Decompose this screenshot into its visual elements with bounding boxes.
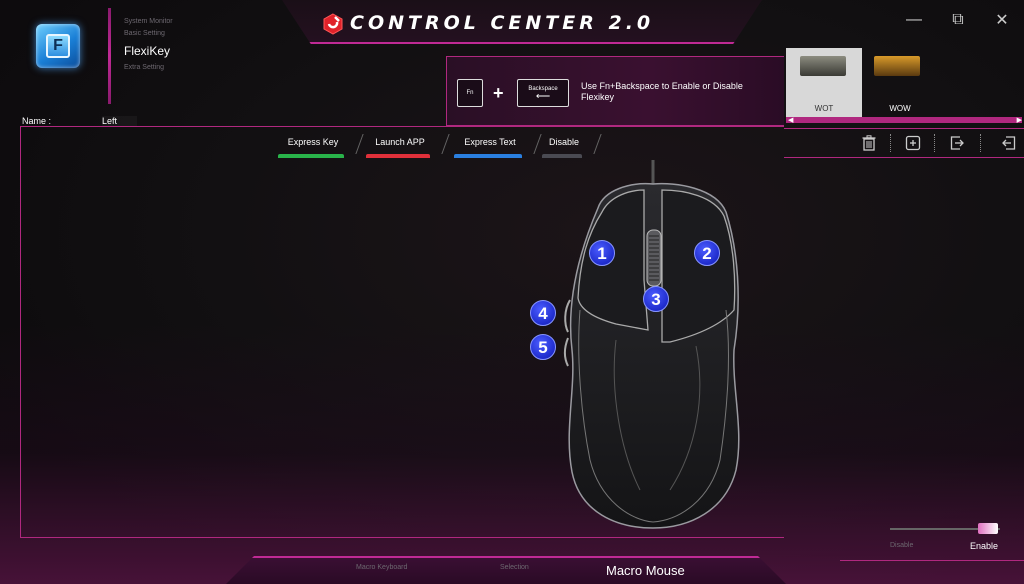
import-icon[interactable]	[1000, 134, 1018, 152]
bottom-nav-macro-keyboard[interactable]: Macro Keyboard	[356, 564, 407, 571]
profile-name-row: Name : Left	[22, 116, 138, 126]
hint-text: Use Fn+Backspace to Enable or Disable Fl…	[581, 81, 743, 102]
tab-label: Express Text	[464, 137, 516, 147]
trash-icon[interactable]	[860, 134, 878, 152]
f-key-icon: F	[46, 34, 70, 58]
toolbar-separator	[980, 134, 981, 152]
tab-color-bar	[454, 154, 522, 158]
nav-item-extra-setting[interactable]: Extra Setting	[124, 62, 173, 74]
mouse-illustration	[564, 160, 740, 529]
flexikey-toggle[interactable]: Disable Enable	[886, 522, 1016, 556]
bottom-nav-selection[interactable]: Selection	[500, 564, 529, 571]
toolbar-separator	[934, 134, 935, 152]
name-label: Name :	[22, 116, 52, 126]
sidebar-nav: System Monitor Basic Setting FlexiKey Ex…	[124, 16, 173, 74]
toggle-knob[interactable]	[978, 523, 998, 534]
nav-divider	[108, 8, 111, 104]
minimize-button[interactable]: —	[892, 0, 936, 40]
backspace-key-icon: Backspace ⟵	[517, 79, 569, 107]
backspace-arrow-icon: ⟵	[535, 90, 551, 102]
mouse-button-3-badge[interactable]: 3	[643, 286, 669, 312]
tab-color-bar	[542, 154, 582, 158]
wot-thumbnail	[800, 56, 846, 76]
profile-wot[interactable]: WOT	[786, 48, 862, 118]
export-icon[interactable]	[948, 134, 966, 152]
mouse-button-5-badge[interactable]: 5	[530, 334, 556, 360]
tab-launch-app[interactable]: Launch APP	[360, 134, 450, 158]
tab-express-key[interactable]: Express Key	[272, 134, 364, 158]
bottom-right-border	[840, 560, 1024, 561]
tab-color-bar	[278, 154, 344, 158]
tab-label: Disable	[548, 137, 579, 147]
mouse-button-2-badge[interactable]: 2	[694, 240, 720, 266]
name-field[interactable]: Left	[102, 116, 138, 126]
flexikey-app-icon: F	[36, 24, 80, 68]
mouse-button-4-badge[interactable]: 4	[530, 300, 556, 326]
wow-thumbnail	[874, 56, 920, 76]
tab-label: Launch APP	[375, 137, 425, 147]
window-controls: — ⧉ ✕	[892, 0, 1024, 40]
tab-disable[interactable]: Disable	[536, 134, 602, 158]
profile-list: WOT WOW ◀ ▶	[786, 44, 1024, 124]
toggle-disable-label: Disable	[890, 542, 914, 549]
tab-label: Express Key	[287, 137, 339, 147]
mouse-button-1-badge[interactable]: 1	[589, 240, 615, 266]
tab-express-text[interactable]: Express Text	[448, 134, 542, 158]
restore-button[interactable]: ⧉	[936, 0, 980, 40]
profile-wow[interactable]: WOW	[862, 48, 938, 118]
nav-item-flexikey[interactable]: FlexiKey	[124, 42, 173, 60]
profile-label: WOT	[814, 104, 834, 113]
fn-key-icon: Fn	[457, 79, 483, 107]
toolbar-separator	[890, 134, 891, 152]
scroll-right-icon[interactable]: ▶	[1017, 116, 1022, 124]
profile-label: WOW	[889, 104, 911, 113]
tab-color-bar	[366, 154, 430, 158]
profile-scrollbar[interactable]: ◀ ▶	[786, 116, 1022, 124]
close-button[interactable]: ✕	[980, 0, 1024, 40]
flexikey-hint-box: Fn + Backspace ⟵ Use Fn+Backspace to Ena…	[446, 56, 784, 126]
nav-item-basic-setting[interactable]: Basic Setting	[124, 28, 173, 40]
app-title: CONTROL CENTER 2.0	[350, 12, 655, 34]
scroll-left-icon[interactable]: ◀	[788, 116, 793, 124]
plus-sign: +	[493, 83, 504, 103]
add-icon[interactable]	[904, 134, 922, 152]
control-center-logo-icon	[323, 13, 343, 35]
toggle-enable-label: Enable	[970, 541, 999, 551]
nav-item-system-monitor[interactable]: System Monitor	[124, 16, 173, 28]
control-center-window: F System Monitor Basic Setting FlexiKey …	[0, 0, 1024, 584]
bottom-nav-macro-mouse[interactable]: Macro Mouse	[606, 563, 685, 578]
